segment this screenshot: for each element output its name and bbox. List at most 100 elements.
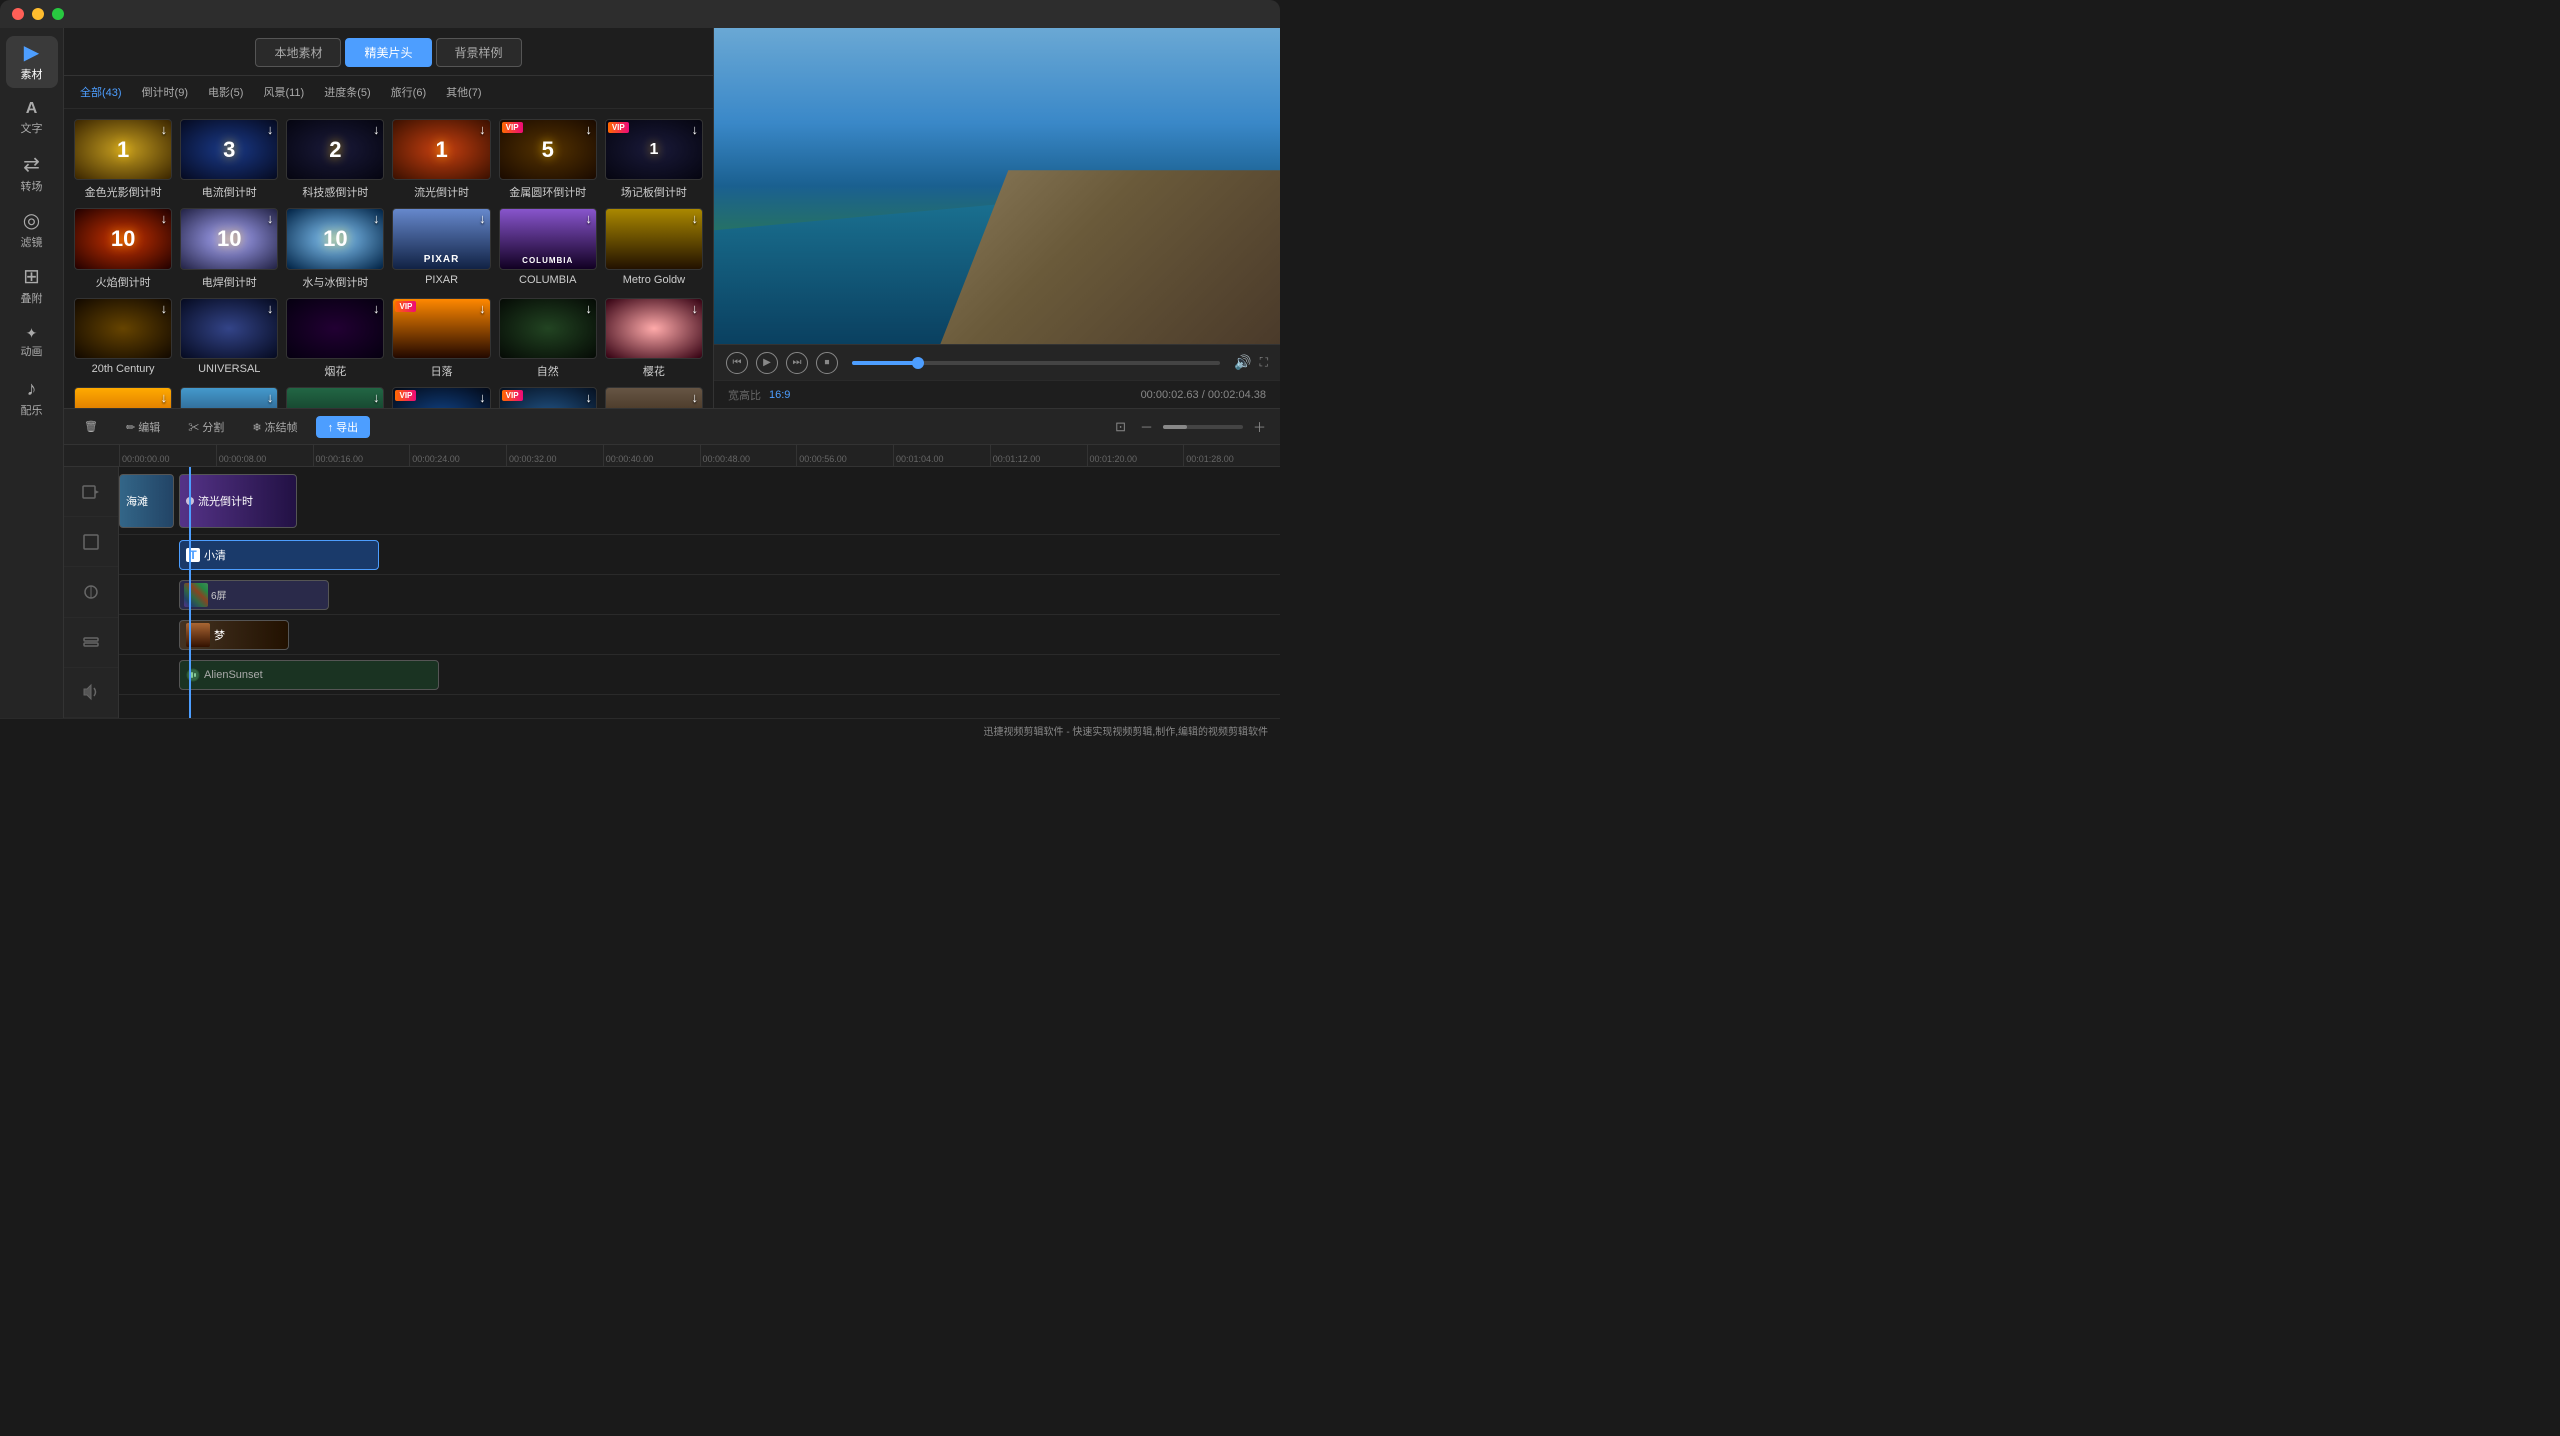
thumb-elec-cd[interactable]: ↓ 3 电流倒计时 — [180, 119, 278, 200]
filter-other[interactable]: 其他(7) — [440, 82, 487, 102]
thumb-columbia[interactable]: ↓ COLUMBIA COLUMBIA — [499, 208, 597, 289]
download-icon[interactable]: ↓ — [373, 122, 380, 137]
clip-filter[interactable]: 6屏 — [179, 580, 329, 610]
thumb-tech-cd[interactable]: ↓ 2 科技感倒计时 — [286, 119, 384, 200]
progress-bar[interactable] — [852, 361, 1220, 365]
download-icon[interactable]: ↓ — [373, 390, 380, 405]
zoom-fit-button[interactable]: ⊡ — [1111, 417, 1130, 437]
preview-area: ⏮ ▶ ⏭ ⏹ 🔊 ⛶ 宽高比 16:9 00:00:02.63 — [714, 28, 1280, 408]
filter-travel[interactable]: 旅行(6) — [385, 82, 432, 102]
thumb-20th[interactable]: ↓ 20th Century — [74, 298, 172, 379]
thumb-city[interactable]: VIP ↓ 城市 — [499, 387, 597, 408]
playhead[interactable] — [189, 467, 191, 718]
tab-local[interactable]: 本地素材 — [255, 38, 341, 67]
sidebar-item-overlay[interactable]: ⊞ 叠附 — [6, 260, 58, 312]
thumb-city-night[interactable]: VIP ↓ 城市夜景 — [392, 387, 490, 408]
thumb-island[interactable]: ↓ 海岛 — [286, 387, 384, 408]
sidebar-item-transition[interactable]: ⇄ 转场 — [6, 148, 58, 200]
download-icon[interactable]: ↓ — [373, 211, 380, 226]
maximize-button[interactable] — [52, 8, 64, 20]
minimize-button[interactable] — [32, 8, 44, 20]
thumb-metal-cd[interactable]: VIP ↓ 5 金属圆环倒计时 — [499, 119, 597, 200]
volume-button[interactable]: 🔊 — [1234, 354, 1251, 371]
clip-audio-label: AlienSunset — [204, 669, 263, 681]
download-icon[interactable]: ↓ — [161, 211, 168, 226]
export-button[interactable]: ↑ 导出 — [316, 416, 371, 438]
download-icon[interactable]: ↓ — [479, 390, 486, 405]
zoom-in-button[interactable]: ＋ — [1249, 415, 1270, 438]
sidebar-item-text[interactable]: A 文字 — [6, 92, 58, 144]
thumb-universal[interactable]: ↓ UNIVERSAL — [180, 298, 278, 379]
download-icon[interactable]: ↓ — [691, 390, 698, 405]
filter-movie[interactable]: 电影(5) — [202, 82, 249, 102]
clip-audio[interactable]: AlienSunset — [179, 660, 439, 690]
play-button[interactable]: ▶ — [756, 352, 778, 374]
freeze-button[interactable]: ❄ 冻结帧 — [242, 416, 307, 438]
thumb-ice-cd[interactable]: ↓ 10 水与冰倒计时 — [286, 208, 384, 289]
thumb-sunset[interactable]: VIP ↓ 日落 — [392, 298, 490, 379]
download-icon[interactable]: ↓ — [161, 122, 168, 137]
clip-countdown[interactable]: 流光倒计时 — [179, 474, 297, 528]
clip-layer[interactable]: 梦 — [179, 620, 289, 650]
sidebar-item-music[interactable]: ♪ 配乐 — [6, 372, 58, 424]
download-icon[interactable]: ↓ — [585, 211, 592, 226]
filter-all[interactable]: 全部(43) — [74, 82, 128, 102]
tracks-content: 海滩 流光倒计时 T 小清 — [119, 467, 1280, 718]
download-icon[interactable]: ↓ — [267, 122, 274, 137]
split-button[interactable]: ✂ 分割 — [178, 416, 234, 438]
thumb-sun[interactable]: ↓ 夕阳 — [74, 387, 172, 408]
thumb-label: 科技感倒计时 — [302, 184, 368, 200]
download-icon[interactable]: ↓ — [585, 301, 592, 316]
edit-button[interactable]: ✏ 编辑 — [116, 416, 170, 438]
download-icon[interactable]: ↓ — [691, 211, 698, 226]
download-icon[interactable]: ↓ — [691, 122, 698, 137]
thumb-flow-cd[interactable]: ↓ 1 流光倒计时 — [392, 119, 490, 200]
fullscreen-button[interactable]: ⛶ — [1260, 355, 1268, 370]
tab-bg[interactable]: 背景样例 — [436, 38, 522, 67]
thumb-beach[interactable]: ↓ 海滩 — [180, 387, 278, 408]
filter-countdown[interactable]: 倒计时(9) — [136, 82, 194, 102]
thumb-fire-cd[interactable]: ↓ 10 火焰倒计时 — [74, 208, 172, 289]
download-icon[interactable]: ↓ — [267, 211, 274, 226]
download-icon[interactable]: ↓ — [373, 301, 380, 316]
thumb-cherry[interactable]: ↓ 樱花 — [605, 298, 703, 379]
thumb-dog[interactable]: ↓ 人与狗狗 — [605, 387, 703, 408]
skip-forward-button[interactable]: ⏭ — [786, 352, 808, 374]
skip-back-button[interactable]: ⏮ — [726, 352, 748, 374]
clip-text[interactable]: T 小清 — [179, 540, 379, 570]
clip-beach[interactable]: 海滩 — [119, 474, 174, 528]
download-icon[interactable]: ↓ — [267, 390, 274, 405]
download-icon[interactable]: ↓ — [479, 301, 486, 316]
delete-button[interactable]: 🗑 — [74, 417, 108, 436]
thumb-gold-cd[interactable]: ↓ 1 金色光影倒计时 — [74, 119, 172, 200]
sidebar-item-filter[interactable]: ◎ 滤镜 — [6, 204, 58, 256]
thumb-weld-cd[interactable]: ↓ 10 电焊倒计时 — [180, 208, 278, 289]
download-icon[interactable]: ↓ — [161, 390, 168, 405]
zoom-out-button[interactable]: － — [1136, 415, 1157, 438]
zoom-slider[interactable] — [1163, 425, 1243, 429]
video-preview — [714, 28, 1280, 344]
download-icon[interactable]: ↓ — [161, 301, 168, 316]
stop-button[interactable]: ⏹ — [816, 352, 838, 374]
thumb-firework[interactable]: ↓ 烟花 — [286, 298, 384, 379]
thumb-pixar[interactable]: ↓ PIXAR PIXAR — [392, 208, 490, 289]
tab-featured[interactable]: 精美片头 — [345, 38, 431, 67]
download-icon[interactable]: ↓ — [691, 301, 698, 316]
timeline-ruler: 00:00:00.00 00:00:08.00 00:00:16.00 00:0… — [64, 445, 1280, 467]
filter-progress[interactable]: 进度条(5) — [318, 82, 376, 102]
close-button[interactable] — [12, 8, 24, 20]
download-icon[interactable]: ↓ — [585, 390, 592, 405]
download-icon[interactable]: ↓ — [585, 122, 592, 137]
thumb-metro[interactable]: ↓ Metro Goldw — [605, 208, 703, 289]
download-icon[interactable]: ↓ — [267, 301, 274, 316]
filter-scenery[interactable]: 风景(11) — [257, 82, 310, 102]
sidebar-item-material[interactable]: ▶ 素材 — [6, 36, 58, 88]
thumb-nature[interactable]: ↓ 自然 — [499, 298, 597, 379]
thumb-label: 金色光影倒计时 — [85, 184, 162, 200]
track-labels — [64, 467, 119, 718]
download-icon[interactable]: ↓ — [479, 122, 486, 137]
sidebar-item-animation[interactable]: ✦ 动画 — [6, 316, 58, 368]
download-icon[interactable]: ↓ — [479, 211, 486, 226]
thumb-clapboard[interactable]: VIP ↓ 1 场记板倒计时 — [605, 119, 703, 200]
aspect-value: 16:9 — [769, 389, 790, 401]
